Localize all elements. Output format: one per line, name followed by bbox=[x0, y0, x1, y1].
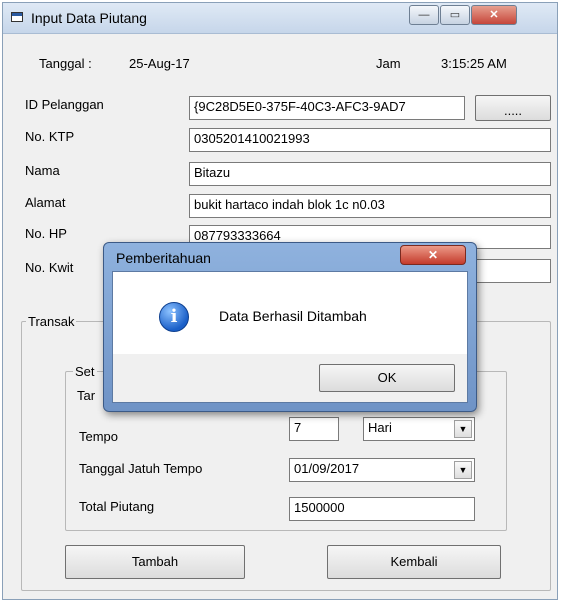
setting-group-title: Set bbox=[73, 364, 97, 379]
tambah-button[interactable]: Tambah bbox=[65, 545, 245, 579]
id-pelanggan-field[interactable]: {9C28D5E0-375F-40C3-AFC3-9AD7 bbox=[189, 96, 465, 120]
nama-label: Nama bbox=[25, 163, 60, 178]
chevron-down-icon[interactable]: ▼ bbox=[454, 461, 472, 479]
no-hp-label: No. HP bbox=[25, 226, 67, 241]
maximize-button[interactable]: ▭ bbox=[440, 5, 470, 25]
transaksi-group-title: Transak bbox=[26, 314, 77, 329]
dialog-body: i Data Berhasil Ditambah OK bbox=[112, 271, 468, 403]
alamat-label: Alamat bbox=[25, 195, 66, 210]
tempo-unit-value: Hari bbox=[368, 420, 392, 435]
date-label: Tanggal : bbox=[39, 56, 92, 71]
form-icon bbox=[11, 12, 23, 22]
no-kwitansi-label: No. Kwit bbox=[25, 260, 74, 275]
title-bar[interactable]: Input Data Piutang — ▭ ✕ bbox=[3, 3, 557, 34]
tempo-unit-select[interactable]: Hari ▼ bbox=[363, 417, 475, 441]
dialog-close-button[interactable]: ✕ bbox=[400, 245, 466, 265]
notification-dialog: Pemberitahuan ✕ i Data Berhasil Ditambah… bbox=[103, 242, 477, 412]
nama-field[interactable]: Bitazu bbox=[189, 162, 551, 186]
date-value: 25-Aug-17 bbox=[129, 56, 190, 71]
tempo-label: Tempo bbox=[79, 429, 119, 444]
jatuh-tempo-value: 01/09/2017 bbox=[294, 461, 360, 476]
ok-button[interactable]: OK bbox=[319, 364, 455, 392]
dialog-message-area: i Data Berhasil Ditambah bbox=[113, 272, 467, 354]
window-title: Input Data Piutang bbox=[31, 10, 147, 26]
chevron-down-icon[interactable]: ▼ bbox=[454, 420, 472, 438]
time-label: Jam bbox=[376, 56, 401, 71]
minimize-button[interactable]: — bbox=[409, 5, 439, 25]
no-ktp-field[interactable]: 0305201410021993 bbox=[189, 128, 551, 152]
dialog-message: Data Berhasil Ditambah bbox=[219, 308, 367, 324]
tempo-field[interactable]: 7 bbox=[289, 417, 339, 441]
alamat-field[interactable]: bukit hartaco indah blok 1c n0.03 bbox=[189, 194, 551, 218]
id-pelanggan-label: ID Pelanggan bbox=[25, 97, 104, 112]
no-ktp-label: No. KTP bbox=[25, 129, 75, 144]
info-icon: i bbox=[159, 302, 189, 332]
time-value: 3:15:25 AM bbox=[441, 56, 507, 71]
dialog-title: Pemberitahuan bbox=[116, 250, 211, 266]
browse-customer-button[interactable]: ..... bbox=[475, 95, 551, 121]
tanggal-transaksi-label: Tar bbox=[77, 388, 96, 403]
jatuh-tempo-label: Tanggal Jatuh Tempo bbox=[79, 461, 203, 476]
close-button[interactable]: ✕ bbox=[471, 5, 517, 25]
total-piutang-field[interactable]: 1500000 bbox=[289, 497, 475, 521]
jatuh-tempo-date-picker[interactable]: 01/09/2017 ▼ bbox=[289, 458, 475, 482]
total-piutang-label: Total Piutang bbox=[79, 499, 155, 514]
kembali-button[interactable]: Kembali bbox=[327, 545, 501, 579]
